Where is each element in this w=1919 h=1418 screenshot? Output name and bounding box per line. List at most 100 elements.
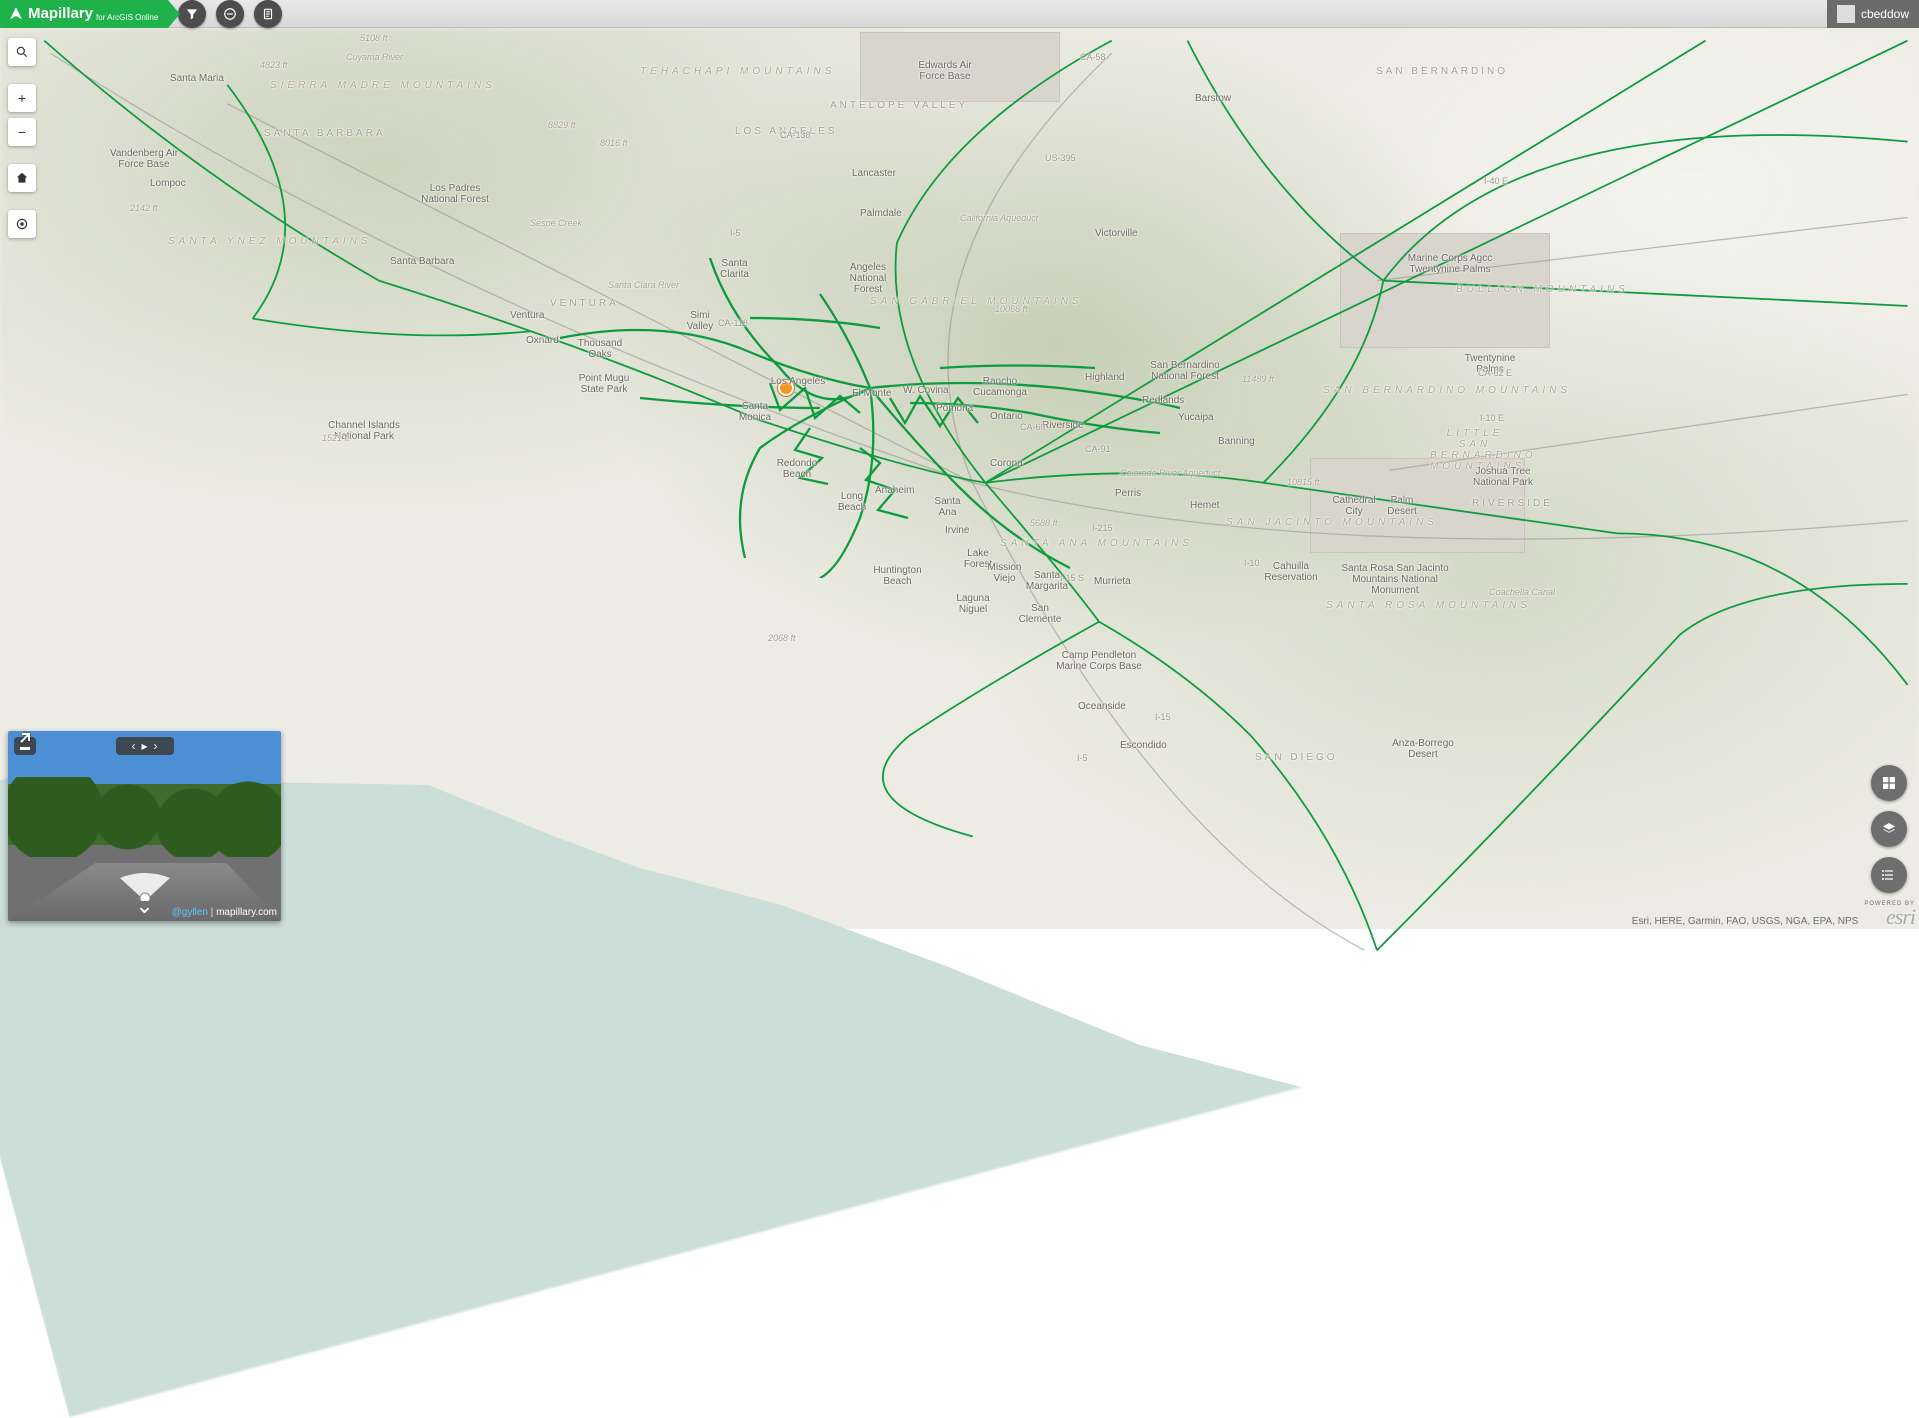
map-label: Palm Desert xyxy=(1382,495,1422,517)
map-label: RIVERSIDE xyxy=(1472,498,1553,509)
attribution: Esri, HERE, Garmin, FAO, USGS, NGA, EPA,… xyxy=(1632,902,1915,927)
map-label: Lancaster xyxy=(852,168,896,179)
map-label: 1521 ft xyxy=(322,433,350,443)
map-label: SAN DIEGO xyxy=(1255,752,1338,763)
brand[interactable]: Mapillary for ArcGIS Online xyxy=(0,0,168,28)
brand-subtitle: for ArcGIS Online xyxy=(96,13,158,22)
map-viewport[interactable]: ANTELOPE VALLEYSAN BERNARDINORIVERSIDESA… xyxy=(0,28,1919,929)
map-label: Oceanside xyxy=(1078,701,1126,712)
map-label: Cuyama River xyxy=(346,52,403,62)
basemap-button[interactable] xyxy=(1871,765,1907,801)
map-label: US-395 xyxy=(1045,153,1076,163)
map-label: SAN BERNARDINO MOUNTAINS xyxy=(1323,385,1571,396)
map-label: Pomona xyxy=(936,403,973,414)
streetview-scene xyxy=(8,777,281,857)
map-label: Oxnard xyxy=(526,335,559,346)
home-icon xyxy=(15,171,29,185)
map-label: Camp Pendleton Marine Corps Base xyxy=(1054,650,1144,672)
map-label: I-15 S xyxy=(1060,573,1084,583)
chevron-down-icon[interactable]: ⌄ xyxy=(135,893,153,919)
filter-button[interactable] xyxy=(178,0,206,28)
expand-viewer-button[interactable] xyxy=(8,731,32,755)
map-label: Sespe Creek xyxy=(530,218,582,228)
clipboard-button[interactable] xyxy=(254,0,282,28)
mapillary-logo-icon xyxy=(8,6,24,22)
map-label: San Bernardino National Forest xyxy=(1145,360,1225,382)
user-menu[interactable]: cbeddow xyxy=(1827,0,1919,28)
credit-user[interactable]: @gyllen xyxy=(172,907,208,918)
map-label: Hemet xyxy=(1190,500,1219,511)
map-label: CA-62 E xyxy=(1478,368,1512,378)
map-label: SANTA ANA MOUNTAINS xyxy=(1000,538,1193,549)
map-label: Vandenberg Air Force Base xyxy=(105,148,183,170)
map-label: Long Beach xyxy=(832,491,872,513)
map-label: I-10 E xyxy=(1480,413,1504,423)
map-label: California Aqueduct xyxy=(960,213,1038,223)
map-label: 11489 ft xyxy=(1242,374,1274,384)
layers-icon xyxy=(1881,821,1897,837)
map-label: SAN JACINTO MOUNTAINS xyxy=(1226,517,1438,528)
play-sequence-icon[interactable]: ▸ xyxy=(141,739,147,753)
map-label: Marine Corps Agcc Twentynine Palms xyxy=(1395,253,1505,275)
map-label: TEHACHAPI MOUNTAINS xyxy=(640,66,835,77)
map-label: Santa Clarita xyxy=(712,258,757,280)
search-button[interactable] xyxy=(8,38,36,66)
map-label: Barstow xyxy=(1195,93,1231,104)
home-button[interactable] xyxy=(8,164,36,192)
map-label: ANTELOPE VALLEY xyxy=(830,100,968,111)
traffic-sign-button[interactable] xyxy=(216,0,244,28)
avatar xyxy=(1837,5,1855,23)
image-credit: @gyllen | mapillary.com xyxy=(172,907,277,918)
attribution-text: Esri, HERE, Garmin, FAO, USGS, NGA, EPA,… xyxy=(1632,916,1859,927)
map-label: Laguna Niguel xyxy=(953,593,993,615)
map-label: Joshua Tree National Park xyxy=(1470,466,1536,488)
map-label: Anza-Borrego Desert xyxy=(1388,738,1458,760)
map-label: Edwards Air Force Base xyxy=(910,60,980,82)
zoom-out-button[interactable]: − xyxy=(8,118,36,146)
map-label: 10815 ft xyxy=(1287,477,1320,487)
map-label: Angeles National Forest xyxy=(842,262,894,295)
map-label: Cathedral City xyxy=(1330,495,1378,517)
map-label: Los Angeles xyxy=(768,376,828,387)
map-label: 8829 ft xyxy=(548,120,576,130)
map-label: Colorado River Aqueduct xyxy=(1120,468,1220,478)
zoom-in-button[interactable]: + xyxy=(8,84,36,112)
locate-icon xyxy=(15,217,29,231)
map-label: Redondo Beach xyxy=(772,458,822,480)
map-label: 2068 ft xyxy=(768,633,796,643)
map-label: 5108 ft xyxy=(360,33,388,43)
map-label: El Monte xyxy=(852,388,891,399)
map-label: Perris xyxy=(1115,488,1141,499)
map-label: Simi Valley xyxy=(680,310,720,332)
map-label: Redlands xyxy=(1142,395,1184,406)
map-label: Santa Rosa San Jacinto Mountains Nationa… xyxy=(1340,563,1450,596)
topbar: Mapillary for ArcGIS Online cbeddow xyxy=(0,0,1919,28)
map-label: Irvine xyxy=(945,525,969,536)
street-viewer[interactable]: ‹ ▸ › ⌄ @gyllen | mapillary.com xyxy=(8,731,281,921)
map-label: BULLION MOUNTAINS xyxy=(1456,284,1629,295)
map-label: Santa Monica xyxy=(735,401,775,423)
prev-image-icon[interactable]: ‹ xyxy=(131,739,135,753)
map-label: Santa Clara River xyxy=(608,280,679,290)
map-label: I-215 xyxy=(1092,523,1113,533)
map-label: Escondido xyxy=(1120,740,1167,751)
map-label: 4823 ft xyxy=(260,60,288,70)
map-label: Murrieta xyxy=(1094,576,1131,587)
map-label: 8016 ft xyxy=(600,138,628,148)
map-label: SAN GABRIEL MOUNTAINS xyxy=(870,296,1083,307)
legend-button[interactable] xyxy=(1871,857,1907,893)
map-label: Santa Barbara xyxy=(390,256,455,267)
map-label: Palmdale xyxy=(860,208,902,219)
list-icon xyxy=(1881,867,1897,883)
map-label: Banning xyxy=(1218,436,1255,447)
sequence-nav[interactable]: ‹ ▸ › xyxy=(116,737,174,755)
next-image-icon[interactable]: › xyxy=(154,739,158,753)
map-label: CA-91 xyxy=(1085,444,1111,454)
map-label: I-15 xyxy=(1155,712,1171,722)
locate-button[interactable] xyxy=(8,210,36,238)
map-label: SANTA BARBARA xyxy=(264,128,386,139)
credit-site[interactable]: mapillary.com xyxy=(216,907,277,918)
map-label: SANTA ROSA MOUNTAINS xyxy=(1326,600,1531,611)
map-label: Cahuilla Reservation xyxy=(1264,561,1318,583)
layers-button[interactable] xyxy=(1871,811,1907,847)
